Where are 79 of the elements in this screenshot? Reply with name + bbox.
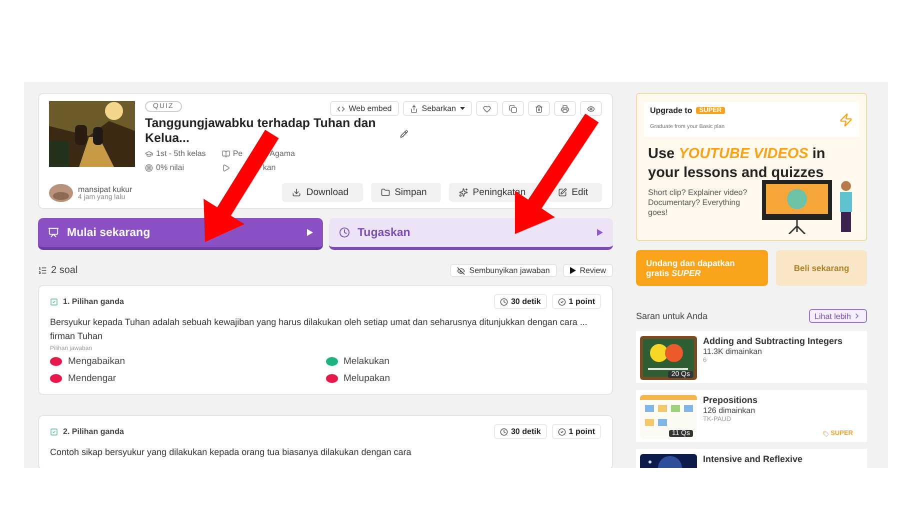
action-button[interactable]: Download bbox=[282, 183, 363, 202]
suggestion-title: Adding and Subtracting Integers bbox=[703, 336, 843, 346]
question-count: 2 soal bbox=[51, 265, 78, 276]
suggestion-title: Prepositions bbox=[703, 395, 758, 405]
checkbox-icon bbox=[50, 298, 58, 306]
time-chip: 30 detik bbox=[494, 424, 547, 439]
clock-icon bbox=[500, 298, 508, 306]
answer-text: Mengabaikan bbox=[68, 356, 126, 367]
see-more-button[interactable]: Lihat lebih bbox=[808, 309, 867, 323]
start-button[interactable]: Mulai sekarang bbox=[38, 218, 322, 250]
clock-icon bbox=[338, 227, 350, 238]
check-icon bbox=[558, 428, 566, 436]
heart-icon bbox=[483, 104, 491, 112]
caret-icon bbox=[460, 106, 465, 110]
answer-text: Melakukan bbox=[344, 356, 390, 367]
review-button[interactable]: Review bbox=[562, 264, 613, 277]
play-icon bbox=[597, 229, 603, 236]
suggestion-title: Intensive and Reflexive bbox=[703, 454, 803, 464]
checkbox-icon bbox=[50, 428, 58, 436]
folder-icon bbox=[380, 188, 390, 197]
points-chip: 1 point bbox=[552, 294, 601, 309]
book-icon bbox=[222, 150, 230, 158]
trash-button[interactable] bbox=[528, 101, 550, 116]
sparkle-icon bbox=[458, 188, 468, 197]
play-icon bbox=[570, 267, 576, 274]
toolbar-button[interactable]: Web embed bbox=[330, 101, 399, 116]
lightning-icon bbox=[839, 112, 853, 126]
copy-button[interactable] bbox=[502, 101, 524, 116]
play-icon bbox=[306, 229, 312, 236]
banner-body: Short clip? Explainer video? Documentary? Everything goes! bbox=[648, 188, 748, 218]
quiz-meta: Agama bbox=[270, 149, 295, 158]
play-count: 11.3K dimainkan bbox=[703, 347, 763, 356]
section-title: Saran untuk Anda bbox=[636, 311, 708, 321]
share-icon bbox=[410, 104, 418, 112]
eye-button[interactable] bbox=[580, 101, 602, 116]
list-icon bbox=[38, 266, 47, 275]
target-icon bbox=[145, 164, 153, 172]
play-count: 126 dimainkan bbox=[703, 406, 756, 415]
grad-cap-icon bbox=[145, 150, 153, 158]
hide-answers-button[interactable]: Sembunyikan jawaban bbox=[450, 264, 557, 277]
eye-icon bbox=[587, 104, 595, 112]
quiz-meta: 0% nilai bbox=[156, 163, 184, 172]
clock-icon bbox=[500, 428, 508, 436]
banner-headline: Use YOUTUBE VIDEOS in your lessons and quizzes bbox=[648, 145, 826, 183]
quiz-title: Tanggungjawabku terhadap Tuhan dan Kelua... bbox=[145, 116, 377, 146]
author-name: mansipat kukur bbox=[78, 184, 132, 194]
check-icon bbox=[558, 298, 566, 306]
quiz-meta: 1st - 5th kelas bbox=[156, 149, 206, 158]
suggestion-card[interactable]: Intensive and Reflexive bbox=[636, 449, 867, 468]
tag-icon bbox=[822, 430, 829, 436]
trash-icon bbox=[535, 104, 543, 112]
code-icon bbox=[336, 104, 345, 112]
edit-icon bbox=[558, 188, 567, 197]
presentation-icon bbox=[48, 227, 59, 238]
assign-button[interactable]: Tugaskan bbox=[328, 218, 613, 250]
download-icon bbox=[292, 188, 302, 197]
time-chip: 30 detik bbox=[494, 294, 547, 309]
eye-off-icon bbox=[457, 266, 466, 274]
answer-text: Melupakan bbox=[344, 373, 390, 384]
avatar bbox=[49, 184, 73, 202]
print-button[interactable] bbox=[554, 101, 576, 116]
toolbar-button[interactable]: Sebarkan bbox=[402, 101, 472, 116]
pencil-icon bbox=[400, 130, 408, 138]
copy-icon bbox=[509, 104, 517, 112]
upgrade-text: Upgrade to bbox=[650, 106, 692, 115]
action-button[interactable]: Simpan bbox=[370, 183, 441, 202]
action-button[interactable]: Edit bbox=[548, 183, 602, 202]
points-chip: 1 point bbox=[552, 424, 601, 439]
question-text: Bersyukur kepada Tuhan adalah sebuah kewajiban yang harus dilakukan oleh setiap umat dan seharusnya ditunjukkan dengan cara ... firman Tuhan bbox=[50, 316, 588, 343]
print-icon bbox=[561, 104, 569, 112]
play-icon bbox=[222, 164, 230, 172]
question-type: 1. Pilihan ganda bbox=[63, 297, 124, 306]
answer-text: Mendengar bbox=[68, 373, 116, 384]
question-text: Contoh sikap bersyukur yang dilakukan kepada orang tua biasanya dilakukan dengan cara bbox=[50, 446, 412, 459]
quiz-meta: kan bbox=[262, 163, 276, 172]
question-type: 2. Pilihan ganda bbox=[63, 427, 124, 436]
chevron-icon bbox=[853, 312, 861, 320]
quiz-meta: Pe bbox=[232, 149, 243, 158]
heart-button[interactable] bbox=[476, 101, 498, 116]
